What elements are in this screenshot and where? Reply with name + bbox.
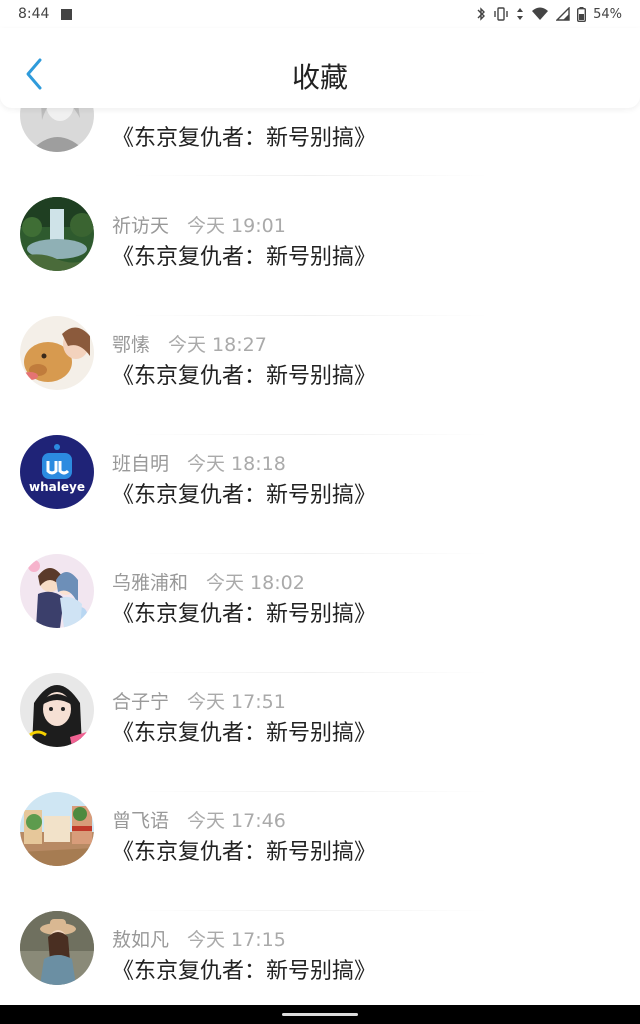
item-title: 《东京复仇者：新号别搞》 xyxy=(112,126,377,151)
item-time: 今天 18:02 xyxy=(206,572,305,594)
nav-bar: 收藏 xyxy=(0,28,640,108)
bluetooth-icon xyxy=(476,7,486,21)
item-title: 《东京复仇者：新号别搞》 xyxy=(112,721,377,746)
author-name[interactable]: 曾飞语 xyxy=(112,806,169,833)
item-meta: 敖如凡 今天 17:15 xyxy=(112,925,286,952)
status-bar: 8:44 54% xyxy=(0,0,640,28)
item-time: 今天 19:01 xyxy=(187,215,286,237)
avatar[interactable] xyxy=(20,197,94,271)
battery-percent: 54% xyxy=(593,6,622,22)
list-item[interactable]: 乌雅浦和 今天 18:02 《东京复仇者：新号别搞》 xyxy=(0,554,640,673)
status-right: 54% xyxy=(476,6,622,22)
status-time: 8:44 xyxy=(18,6,50,22)
item-title: 《东京复仇者：新号别搞》 xyxy=(112,602,377,627)
signal-icon xyxy=(556,7,570,21)
avatar[interactable] xyxy=(20,554,94,628)
battery-icon xyxy=(577,6,587,22)
home-indicator[interactable] xyxy=(282,1013,358,1016)
item-meta: 曾飞语 今天 17:46 xyxy=(112,806,286,833)
item-title: 《东京复仇者：新号别搞》 xyxy=(112,364,377,389)
item-title: 《东京复仇者：新号别搞》 xyxy=(112,840,377,865)
system-nav-bar xyxy=(0,1005,640,1024)
notification-icon xyxy=(61,8,73,20)
item-title: 《东京复仇者：新号别搞》 xyxy=(112,959,377,984)
page-title: 收藏 xyxy=(291,61,348,94)
item-title: 《东京复仇者：新号别搞》 xyxy=(112,245,377,270)
list-item[interactable]: whaleye 班自明 今天 18:18 《东京复仇者：新号别搞》 xyxy=(0,435,640,554)
list-item[interactable]: 鄂愫 今天 18:27 《东京复仇者：新号别搞》 xyxy=(0,316,640,435)
divider xyxy=(130,175,490,176)
wifi-icon xyxy=(531,7,549,21)
avatar[interactable] xyxy=(20,673,94,747)
item-time: 今天 17:51 xyxy=(187,691,286,713)
author-name[interactable]: 敖如凡 xyxy=(112,925,169,952)
status-left: 8:44 xyxy=(18,6,73,22)
item-meta: 班自明 今天 18:18 xyxy=(112,449,286,476)
list-item[interactable]: 曾飞语 今天 17:46 《东京复仇者：新号别搞》 xyxy=(0,792,640,911)
list-item[interactable]: 合子宁 今天 17:51 《东京复仇者：新号别搞》 xyxy=(0,673,640,792)
avatar[interactable] xyxy=(20,911,94,985)
list-item[interactable]: 祈访天 今天 19:01 《东京复仇者：新号别搞》 xyxy=(0,197,640,316)
item-meta: 合子宁 今天 17:51 xyxy=(112,687,286,714)
author-name[interactable]: 乌雅浦和 xyxy=(112,568,188,595)
item-title: 《东京复仇者：新号别搞》 xyxy=(112,483,377,508)
item-time: 今天 17:15 xyxy=(187,929,286,951)
item-meta: 祈访天 今天 19:01 xyxy=(112,211,286,238)
author-name[interactable]: 合子宁 xyxy=(112,687,169,714)
author-name[interactable]: 班自明 xyxy=(112,449,169,476)
author-name[interactable]: 祈访天 xyxy=(112,211,169,238)
author-name[interactable]: 鄂愫 xyxy=(112,330,150,357)
item-time: 今天 18:27 xyxy=(168,334,267,356)
item-meta: 鄂愫 今天 18:27 xyxy=(112,330,267,357)
vibrate-icon xyxy=(493,7,509,21)
data-arrows-icon xyxy=(516,7,524,21)
whaley-logo-text: whaleye xyxy=(29,480,85,494)
avatar[interactable] xyxy=(20,792,94,866)
item-meta: 乌雅浦和 今天 18:02 xyxy=(112,568,305,595)
item-time: 今天 18:18 xyxy=(187,453,286,475)
avatar[interactable] xyxy=(20,316,94,390)
avatar[interactable]: whaleye xyxy=(20,435,94,509)
item-time: 今天 17:46 xyxy=(187,810,286,832)
